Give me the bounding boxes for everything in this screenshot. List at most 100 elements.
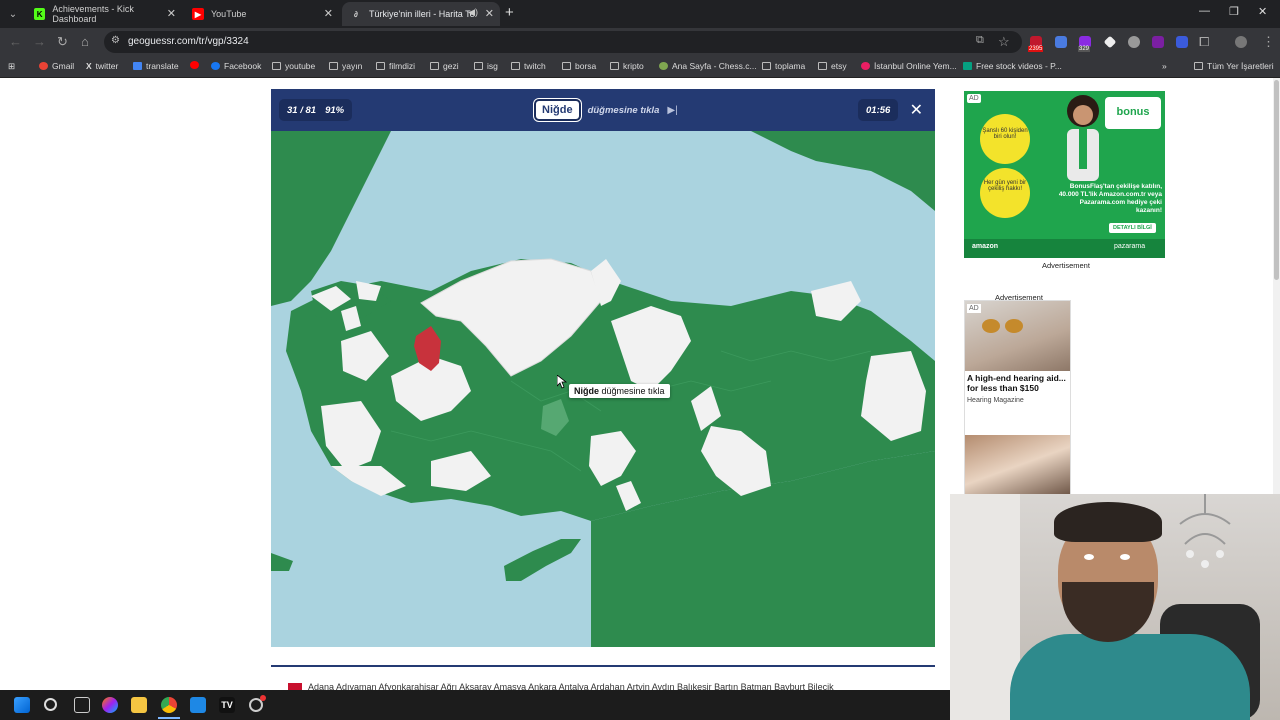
webcam-person-shirt [1010,634,1250,720]
ad-cta-button[interactable]: DETAYLI BİLGİ [1109,223,1156,233]
bookmark-folder[interactable]: youtube [272,61,315,71]
tab-geoguessr[interactable]: ∂ Türkiye'nin illeri - Harita Te ◀) ✕ [342,2,500,26]
reload-icon[interactable]: ↻ [57,34,68,50]
ad-headline[interactable]: A high-end hearing aid... for less than … [967,373,1070,393]
extension-icon[interactable] [1128,36,1140,48]
close-icon[interactable]: ✕ [485,7,494,20]
all-bookmarks[interactable]: Tüm Yer İşaretleri [1194,61,1274,71]
province-list: Adana Adıyaman Afyonkarahisar Ağrı Aksar… [308,682,834,690]
apps-grid-icon[interactable]: ⊞ [8,61,15,72]
copilot-icon[interactable] [102,697,118,713]
bookmark-label: twitch [524,61,546,71]
pazarama-logo: pazarama [1114,243,1146,250]
ad-circle: Her gün yeni bir çekiliş hakkı! [980,168,1030,218]
chrome-icon[interactable] [161,697,177,713]
bookmark-gmail[interactable]: Gmail [39,61,74,71]
webcam-person-eye [1084,554,1094,560]
windows-taskbar: TV [0,690,950,720]
active-app-indicator [158,717,180,719]
ad-circle: Şanslı 60 kişiden biri olun! [980,114,1030,164]
progress-pill: 31 / 81 91% [279,99,353,121]
tradingview-icon[interactable]: TV [219,697,235,713]
url-text[interactable]: geoguessr.com/tr/vgp/3324 [128,36,249,47]
skip-icon[interactable]: ▶| [667,105,677,116]
tab-youtube[interactable]: ▶ YouTube ✕ [184,2,339,26]
new-tab-button[interactable]: + [505,4,514,21]
bookmark-folder[interactable]: yayın [329,61,362,71]
gmail-icon [39,62,48,70]
ad-bonus-flas[interactable]: AD Şanslı 60 kişiden biri olun! Her gün … [964,91,1165,258]
bookmark-folder[interactable]: twitch [511,61,546,71]
bookmark-pexels[interactable]: Free stock videos - P... [963,61,1062,71]
forward-icon[interactable]: → [33,34,46,49]
folder-icon [562,62,571,70]
site-info-icon[interactable]: ⚙ [111,35,120,46]
bookmark-label: Ana Sayfa - Chess.c... [672,61,757,71]
extension-icon[interactable] [1103,35,1117,49]
bookmark-label: translate [146,61,179,71]
close-icon[interactable]: ✕ [167,7,176,20]
x-icon: X [86,61,92,71]
bookmark-label: isg [487,61,498,71]
bookmark-facebook[interactable]: Facebook [211,61,261,71]
file-explorer-icon[interactable] [131,697,147,713]
home-icon[interactable]: ⌂ [81,34,89,49]
profile-avatar[interactable] [1235,36,1247,48]
bookmark-label: twitter [95,61,119,71]
windows-start-icon[interactable] [14,697,30,713]
back-icon[interactable]: ← [9,34,22,49]
task-view-icon[interactable] [74,697,90,713]
tab-search-icon[interactable]: ⌄ [4,5,22,23]
ad-photo [965,435,1070,494]
bookmark-star-icon[interactable]: ☆ [998,34,1010,50]
close-icon[interactable]: ✕ [324,7,333,20]
address-bar: ← → ↻ ⌂ ⚙ geoguessr.com/tr/vgp/3324 ⧉ ☆ … [0,28,1280,56]
folder-icon [272,62,281,70]
bookmark-folder[interactable]: etsy [818,61,847,71]
extension-badge: 2395 [1028,46,1044,52]
extension-icon[interactable] [1055,36,1067,48]
ad-source: Hearing Magazine [967,397,1024,404]
omnibox[interactable]: ⚙ geoguessr.com/tr/vgp/3324 [104,31,1022,53]
flag-icon [288,683,302,690]
close-game-icon[interactable]: ✕ [910,100,923,120]
bookmark-twitter[interactable]: Xtwitter [86,61,118,71]
bookmark-yemek[interactable]: İstanbul Online Yem... [861,61,957,71]
restore-icon[interactable]: ❐ [1229,5,1239,18]
window-close-icon[interactable]: ✕ [1258,5,1267,18]
webcam-person-eye [1120,554,1130,560]
menu-kebab-icon[interactable]: ⋮ [1262,34,1275,50]
bookmark-label: gezi [443,61,459,71]
speaker-icon[interactable]: ◀) [468,7,478,18]
app-icon[interactable] [190,697,206,713]
folder-icon [474,62,483,70]
bookmark-folder[interactable]: gezi [430,61,459,71]
bookmark-label: Gmail [52,61,75,71]
bookmark-label: toplama [775,61,806,71]
install-app-icon[interactable]: ⧉ [976,34,984,47]
folder-icon [762,62,771,70]
search-icon[interactable] [44,698,57,711]
extension-badge: 329 [1078,46,1091,52]
bookmark-folder[interactable]: isg [474,61,498,71]
bookmark-folder[interactable]: kripto [610,61,644,71]
extension-icon[interactable] [1152,36,1164,48]
bookmark-translate[interactable]: translate [133,61,179,71]
bookmark-folder[interactable]: toplama [762,61,805,71]
minimize-icon[interactable]: — [1199,5,1210,17]
tab-kick[interactable]: K Achievements - Kick Dashboard ✕ [26,2,182,26]
extensions-puzzle-icon[interactable]: ⧠ [1199,34,1209,50]
bookmark-youtube[interactable] [190,61,203,69]
bookmarks-overflow-icon[interactable]: » [1162,61,1167,71]
bookmark-folder[interactable]: filmdizi [376,61,415,71]
bookmark-label: filmdizi [389,61,415,71]
scrollbar-thumb[interactable] [1274,80,1279,280]
bookmark-chess[interactable]: Ana Sayfa - Chess.c... [659,61,757,71]
sunglasses-shape [982,319,1000,333]
bookmark-folder[interactable]: borsa [562,61,596,71]
extension-icon[interactable] [1176,36,1188,48]
target-province: Niğde [534,99,581,121]
bookmark-label: etsy [831,61,847,71]
ad-hearing[interactable]: AD A high-end hearing aid... for less th… [964,300,1071,495]
divider [271,665,935,667]
